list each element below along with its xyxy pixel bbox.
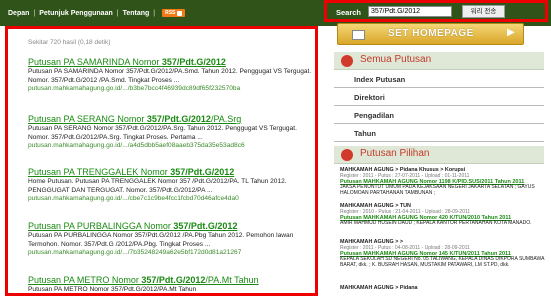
sidebar-item-label: Direktori [354, 93, 385, 102]
search-results-panel: Sekitar 720 hasil (0,18 detik) Putusan P… [5, 26, 318, 296]
result-snippet: Home Putusan. Putusan PA TRENGGALEK Nomo… [28, 178, 287, 194]
sidebar-item-label: Index Putusan [354, 75, 406, 84]
search-input[interactable] [368, 6, 452, 17]
putusan-pilihan-title: Putusan Pilihan [360, 148, 430, 159]
result-title-highlight: 357/Pdt.G/2012 [146, 114, 211, 124]
result-title-text: Putusan PA METRO Nomor [28, 275, 142, 285]
nav-links: Depan | Petunjuk Penggunaan | Tentang | … [8, 9, 186, 17]
homepage-icon [352, 30, 365, 40]
nav-separator: | [153, 9, 156, 17]
result-item: Putusan PA SAMARINDA Nomor 357/Pdt.G/201… [28, 57, 315, 94]
result-title-link[interactable]: Putusan PA SAMARINDA Nomor 357/Pdt.G/201… [28, 57, 315, 67]
result-title-highlight: 357/Pdt.G/2012 [173, 221, 238, 231]
nav-separator: | [33, 9, 36, 17]
result-title-suffix: /PA.Srg [210, 114, 242, 124]
result-title-highlight: 357/Pdt.G/2012 [141, 275, 206, 285]
pilihan-desc: KEPALA SEKOLAH SD NEGERI No. 05 TALIWANG… [340, 256, 545, 269]
pilihan-desc: JAKSA PENUNTUT UMUM PADA KEJAKSAAN NEGER… [340, 184, 535, 197]
pilihan-item: MAHKAMAH AGUNG > TUN Register : 2010 - P… [340, 203, 550, 227]
result-title-text: Putusan PA PURBALINGGA Nomor [28, 221, 174, 231]
result-title-link[interactable]: Putusan PA METRO Nomor 357/Pdt.G/2012/PA… [28, 275, 315, 285]
result-item: Putusan PA METRO Nomor 357/Pdt.G/2012/PA… [28, 275, 315, 293]
sidebar-item-direktori[interactable]: Direktori [334, 88, 544, 106]
pilihan-item: MAHKAMAH AGUNG > Pidana [340, 285, 550, 292]
sidebar-item-pengadilan[interactable]: Pengadilan [334, 106, 544, 124]
result-url[interactable]: putusan.mahkamahagung.go.id/.../cbe7c1c9… [28, 195, 315, 203]
results-stats: Sekitar 720 hasil (0,18 detik) [28, 39, 111, 46]
sidebar-item-index-putusan[interactable]: Index Putusan [334, 70, 544, 88]
result-title-link[interactable]: Putusan PA PURBALINGGA Nomor 357/Pdt.G/2… [28, 221, 315, 231]
nav-tentang[interactable]: Tentang [123, 10, 150, 17]
set-homepage-button[interactable]: SET HOMEPAGE ▶ [337, 23, 524, 45]
result-snippet: Putusan PA PURBALINGGA Nomor 357/Pdt.G/2… [28, 232, 294, 248]
sidebar-item-label: Pengadilan [354, 111, 395, 120]
pilihan-item: MAHKAMAH AGUNG > Pidana Khusus > Korupsi… [340, 167, 550, 197]
result-title-link[interactable]: Putusan PA SERANG Nomor 357/Pdt.G/2012/P… [28, 114, 315, 124]
rss-button[interactable]: RSS [162, 9, 186, 17]
result-title-text: Putusan PA SERANG Nomor [28, 114, 147, 124]
rss-icon [177, 10, 183, 16]
result-item: Putusan PA PURBALINGGA Nomor 357/Pdt.G/2… [28, 221, 315, 258]
result-title-text: Putusan PA SAMARINDA Nomor [28, 57, 162, 67]
page: Depan | Petunjuk Penggunaan | Tentang | … [0, 0, 551, 299]
nav-separator: | [116, 9, 119, 17]
result-snippet: Putusan PA SERANG Nomor 357/Pdt.G/2012/P… [28, 125, 297, 141]
result-title-suffix: /PA.Mt Tahun [205, 275, 259, 285]
result-url[interactable]: putusan.mahkamahagung.go.id/.../7b352482… [28, 249, 315, 257]
chevron-right-icon: ▶ [507, 27, 515, 38]
search-submit-button[interactable]: 워리 전송 [462, 5, 505, 18]
result-item: Putusan PA TRENGGALEK Nomor 357/Pdt.G/20… [28, 167, 315, 204]
semua-putusan-header: Semua Putusan [334, 52, 544, 70]
pilihan-desc: AMIR MAHMUD HUSEIN DAUD ; KEPALA KANTOR … [340, 220, 532, 227]
section-bullet-icon [341, 149, 353, 161]
nav-depan[interactable]: Depan [8, 10, 29, 17]
result-item: Putusan PA SERANG Nomor 357/Pdt.G/2012/P… [28, 114, 315, 151]
sidebar-item-tahun[interactable]: Tahun [334, 124, 544, 142]
result-snippet: Putusan PA METRO Nomor 357/Pdt.G/2012/PA… [28, 286, 197, 293]
search-label: Search [336, 8, 362, 17]
result-title-link[interactable]: Putusan PA TRENGGALEK Nomor 357/Pdt.G/20… [28, 167, 315, 177]
sidebar-item-label: Tahun [354, 129, 376, 138]
nav-petunjuk[interactable]: Petunjuk Penggunaan [39, 10, 113, 17]
semua-putusan-title: Semua Putusan [360, 54, 432, 65]
putusan-pilihan-header: Putusan Pilihan [334, 146, 544, 164]
pilihan-category: MAHKAMAH AGUNG > Pidana [340, 285, 418, 291]
result-title-highlight: 357/Pdt.G/2012 [170, 167, 235, 177]
rss-label: RSS [165, 10, 176, 16]
pilihan-item: MAHKAMAH AGUNG > > Register : 2011 - Put… [340, 239, 550, 269]
result-title-text: Putusan PA TRENGGALEK Nomor [28, 167, 171, 177]
search-box: Search 워리 전송 [324, 0, 548, 22]
result-snippet: Putusan PA SAMARINDA Nomor 357/Pdt.G/201… [28, 68, 312, 84]
set-homepage-label: SET HOMEPAGE [388, 28, 474, 39]
result-title-highlight: 357/Pdt.G/2012 [161, 57, 226, 67]
result-url[interactable]: putusan.mahkamahagung.go.id/.../b3be7bcc… [28, 85, 315, 93]
result-url[interactable]: putusan.mahkamahagung.go.id/.../a4d5dbb5… [28, 142, 315, 150]
section-bullet-icon [341, 55, 353, 67]
